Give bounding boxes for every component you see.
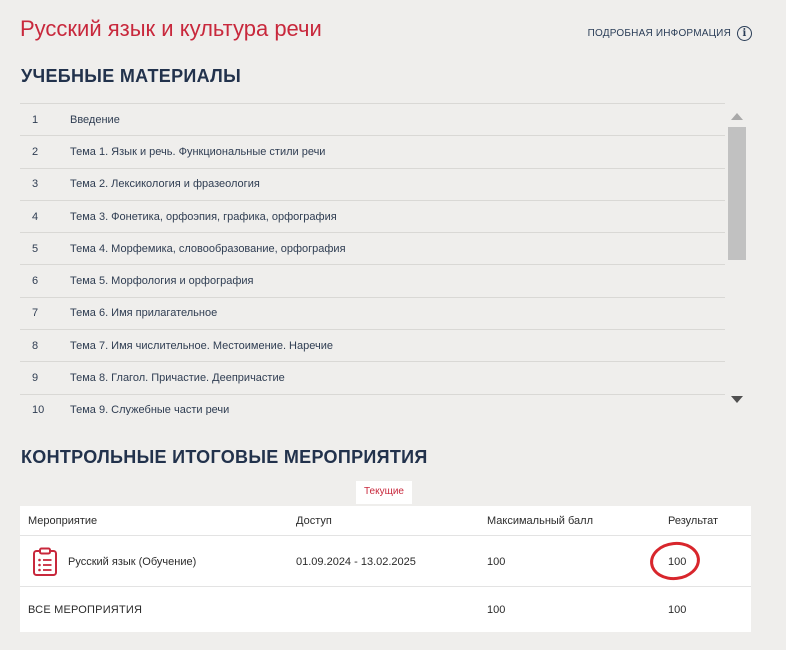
event-name: Русский язык (Обучение) [68,555,197,568]
material-title: Тема 6. Имя прилагательное [70,307,218,320]
material-item[interactable]: 6 Тема 5. Морфология и орфография [20,264,725,296]
material-item[interactable]: 8 Тема 7. Имя числительное. Местоимение.… [20,329,725,361]
table-row[interactable]: Русский язык (Обучение) 01.09.2024 - 13.… [20,537,751,587]
events-table: Мероприятие Доступ Максимальный балл Рез… [20,506,751,632]
details-link-label: ПОДРОБНАЯ ИНФОРМАЦИЯ [587,28,731,39]
material-number: 9 [32,372,39,385]
material-title: Тема 4. Морфемика, словообразование, орф… [70,242,346,255]
material-item[interactable]: 2 Тема 1. Язык и речь. Функциональные ст… [20,135,725,167]
material-title: Введение [70,113,120,126]
material-number: 7 [32,307,39,320]
material-title: Тема 3. Фонетика, орфоэпия, графика, орф… [70,210,337,223]
material-item[interactable]: 4 Тема 3. Фонетика, орфоэпия, графика, о… [20,199,725,232]
events-total-row: ВСЕ МЕРОПРИЯТИЯ 100 100 [20,588,751,632]
tab-current[interactable]: Текущие [356,481,412,504]
clipboard-icon [33,547,57,576]
column-header-access: Доступ [296,514,332,527]
event-max-score: 100 [487,555,506,568]
material-title: Тема 9. Служебные части речи [70,404,230,415]
material-title: Тема 7. Имя числительное. Местоимение. Н… [70,339,333,352]
materials-scrollbar[interactable] [726,103,748,415]
material-item[interactable]: 1 Введение [20,103,725,135]
event-access: 01.09.2024 - 13.02.2025 [296,555,416,568]
material-title: Тема 5. Морфология и орфография [70,275,254,288]
scroll-down-arrow-icon[interactable] [731,396,743,403]
material-title: Тема 8. Глагол. Причастие. Деепричастие [70,372,285,385]
scroll-up-arrow-icon[interactable] [731,113,743,120]
page-title: Русский язык и культура речи [20,16,322,41]
material-title: Тема 2. Лексикология и фразеология [70,178,260,191]
material-item[interactable]: 7 Тема 6. Имя прилагательное [20,296,725,329]
events-table-header: Мероприятие Доступ Максимальный балл Рез… [20,506,751,536]
material-number: 10 [32,404,45,415]
material-title: Тема 1. Язык и речь. Функциональные стил… [70,145,326,158]
materials-list-container: 1 Введение 2 Тема 1. Язык и речь. Функци… [20,103,748,415]
material-number: 5 [32,242,39,255]
material-number: 6 [32,275,39,288]
column-header-result: Результат [668,514,719,527]
info-icon: i [737,26,752,41]
event-link[interactable]: Русский язык (Обучение) [32,547,196,577]
material-item[interactable]: 5 Тема 4. Морфемика, словообразование, о… [20,232,725,264]
material-number: 4 [32,210,39,223]
material-item[interactable]: 10 Тема 9. Служебные части речи [20,393,725,415]
material-number: 3 [32,178,39,191]
column-header-max-score: Максимальный балл [487,514,593,527]
material-item[interactable]: 3 Тема 2. Лексикология и фразеология [20,167,725,200]
events-section-title: КОНТРОЛЬНЫЕ ИТОГОВЫЕ МЕРОПРИЯТИЯ [21,447,428,467]
total-max-score: 100 [487,604,506,616]
materials-list: 1 Введение 2 Тема 1. Язык и речь. Функци… [20,103,725,415]
material-item[interactable]: 9 Тема 8. Глагол. Причастие. Деепричасти… [20,361,725,393]
total-result: 100 [668,604,687,616]
scroll-thumb[interactable] [728,127,746,260]
material-number: 1 [32,113,39,126]
details-link[interactable]: ПОДРОБНАЯ ИНФОРМАЦИЯ i [588,26,752,41]
total-label: ВСЕ МЕРОПРИЯТИЯ [28,604,143,616]
material-number: 2 [32,145,39,158]
column-header-event: Мероприятие [28,514,98,527]
material-number: 8 [32,339,39,352]
materials-section-title: УЧЕБНЫЕ МАТЕРИАЛЫ [21,66,242,86]
